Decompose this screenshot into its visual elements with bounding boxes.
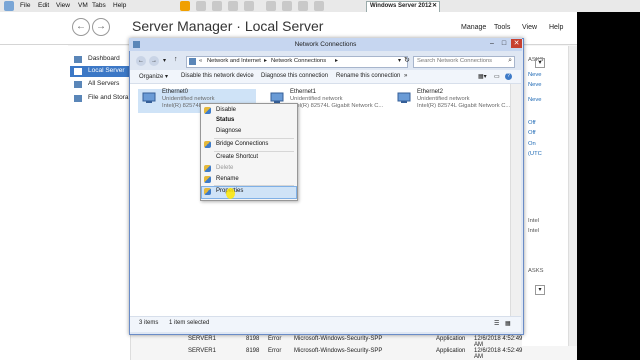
window-title: Network Connections <box>129 38 522 51</box>
vm-menu-view[interactable]: View <box>56 2 70 9</box>
menu-item-bridge[interactable]: Bridge Connections <box>216 141 268 147</box>
forward-icon[interactable]: → <box>149 56 159 66</box>
menu-item-diagnose[interactable]: Diagnose <box>216 128 241 134</box>
table-row[interactable]: SERVER1 8198 Error Microsoft-Windows-Sec… <box>188 335 528 348</box>
shield-icon <box>204 188 211 195</box>
menu-tools[interactable]: Tools <box>494 24 510 31</box>
refresh-icon[interactable]: ↻ <box>404 56 410 64</box>
dashboard-icon <box>74 56 82 63</box>
property-value[interactable]: Neve <box>528 72 542 78</box>
up-arrow-icon[interactable]: ↑ <box>174 56 178 63</box>
menu-item-disable[interactable]: Disable <box>216 107 236 113</box>
chevron-down-icon[interactable]: ▾ <box>535 58 545 68</box>
breadcrumb-network-connections[interactable]: Network Connections <box>271 58 326 64</box>
connections-list <box>130 84 510 316</box>
console-icon[interactable] <box>298 1 308 11</box>
property-value: Intel <box>528 228 539 234</box>
adapter-ethernet2[interactable]: Ethernet2 Unidentified network Intel(R) … <box>393 89 511 113</box>
mouse-cursor-highlight <box>226 188 235 199</box>
tiles-view-icon[interactable]: ▦ <box>505 320 511 327</box>
property-value[interactable]: Off <box>528 120 536 126</box>
sidebar-item-local-server[interactable]: Local Server <box>70 66 130 77</box>
minimize-button[interactable]: – <box>487 39 497 48</box>
menu-view[interactable]: View <box>522 24 537 31</box>
sidebar-item-all-servers[interactable]: All Servers <box>70 79 130 90</box>
network-icon <box>133 41 140 48</box>
selection-count: 1 item selected <box>169 320 210 326</box>
server-icon <box>74 68 82 75</box>
scrollbar[interactable] <box>510 84 521 316</box>
network-icon <box>189 58 196 65</box>
manage-icon[interactable] <box>244 1 254 11</box>
help-icon[interactable]: ? <box>505 73 512 80</box>
property-value[interactable]: (UTC <box>528 151 542 157</box>
shield-icon <box>204 107 211 114</box>
table-row[interactable]: SERVER1 8198 Error Microsoft-Windows-Sec… <box>188 347 528 360</box>
search-input[interactable]: Search Network Connections ⌕ <box>413 56 515 68</box>
menu-item-status[interactable]: Status <box>216 117 234 123</box>
chevron-down-icon[interactable]: ▾ <box>398 57 401 64</box>
sidebar-item-dashboard[interactable]: Dashboard <box>70 54 130 65</box>
view-options-icon[interactable]: ▦▾ <box>478 73 487 80</box>
vm-menu-help[interactable]: Help <box>113 2 126 9</box>
stretch-icon[interactable] <box>314 1 324 11</box>
vm-menu-tabs[interactable]: Tabs <box>92 2 106 9</box>
menu-item-rename[interactable]: Rename <box>216 176 239 182</box>
back-icon[interactable]: ← <box>136 56 146 66</box>
property-value[interactable]: Neve <box>528 82 542 88</box>
disable-device-button[interactable]: Disable this network device <box>181 73 254 79</box>
preview-pane-icon[interactable]: ▭ <box>494 73 500 80</box>
servers-icon <box>74 81 82 88</box>
menu-help[interactable]: Help <box>549 24 563 31</box>
property-value[interactable]: Off <box>528 130 536 136</box>
menu-manage[interactable]: Manage <box>461 24 486 31</box>
menu-separator <box>214 138 294 139</box>
rename-button[interactable]: Rename this connection <box>336 73 400 79</box>
left-margin <box>0 12 68 360</box>
item-count: 3 items <box>139 320 159 326</box>
tasks-label[interactable]: ASKS <box>528 268 543 274</box>
fullscreen-icon[interactable] <box>266 1 276 11</box>
vm-menu-vm[interactable]: VM <box>78 2 88 9</box>
close-button[interactable]: ✕ <box>511 39 522 48</box>
forward-icon[interactable]: → <box>92 18 110 36</box>
pause-icon[interactable] <box>180 1 190 11</box>
maximize-button[interactable]: □ <box>499 39 509 48</box>
sidebar-item-file-storage[interactable]: File and Stora <box>70 93 130 104</box>
unity-icon[interactable] <box>282 1 292 11</box>
address-bar[interactable]: « Network and Internet ▸ Network Connect… <box>186 56 408 68</box>
breadcrumb-network-internet[interactable]: Network and Internet <box>207 58 261 64</box>
home-icon[interactable] <box>4 1 14 11</box>
restore-icon[interactable] <box>228 1 238 11</box>
network-adapter-icon <box>397 91 413 105</box>
shield-icon <box>204 176 211 183</box>
back-icon[interactable]: ← <box>72 18 90 36</box>
search-icon[interactable]: ⌕ <box>508 57 512 65</box>
shield-icon <box>204 165 211 172</box>
menu-separator <box>214 151 294 152</box>
organize-button[interactable]: Organize ▾ <box>139 73 168 80</box>
snapshot-icon[interactable] <box>212 1 222 11</box>
chevron-down-icon[interactable]: ▾ <box>535 285 545 295</box>
menu-item-delete[interactable]: Delete <box>216 165 233 171</box>
storage-icon <box>74 95 82 102</box>
property-value[interactable]: Neve <box>528 97 542 103</box>
letterbox <box>577 12 640 360</box>
close-icon[interactable]: ✕ <box>432 2 437 9</box>
menu-item-create-shortcut[interactable]: Create Shortcut <box>216 154 258 160</box>
chevron-down-icon[interactable]: ▾ <box>163 57 166 64</box>
vm-menu-file[interactable]: File <box>20 2 30 9</box>
network-adapter-icon <box>142 91 158 105</box>
diagnose-button[interactable]: Diagnose this connection <box>261 73 328 79</box>
property-value[interactable]: On <box>528 141 536 147</box>
property-value: Intel <box>528 218 539 224</box>
details-view-icon[interactable]: ☰ <box>494 320 499 327</box>
vm-menu-edit[interactable]: Edit <box>38 2 49 9</box>
vm-tool-icon[interactable] <box>196 1 206 11</box>
more-commands-button[interactable]: » <box>404 73 407 79</box>
scrollbar[interactable] <box>568 46 577 346</box>
page-title: Server Manager · Local Server <box>132 18 324 34</box>
shield-icon <box>204 141 211 148</box>
